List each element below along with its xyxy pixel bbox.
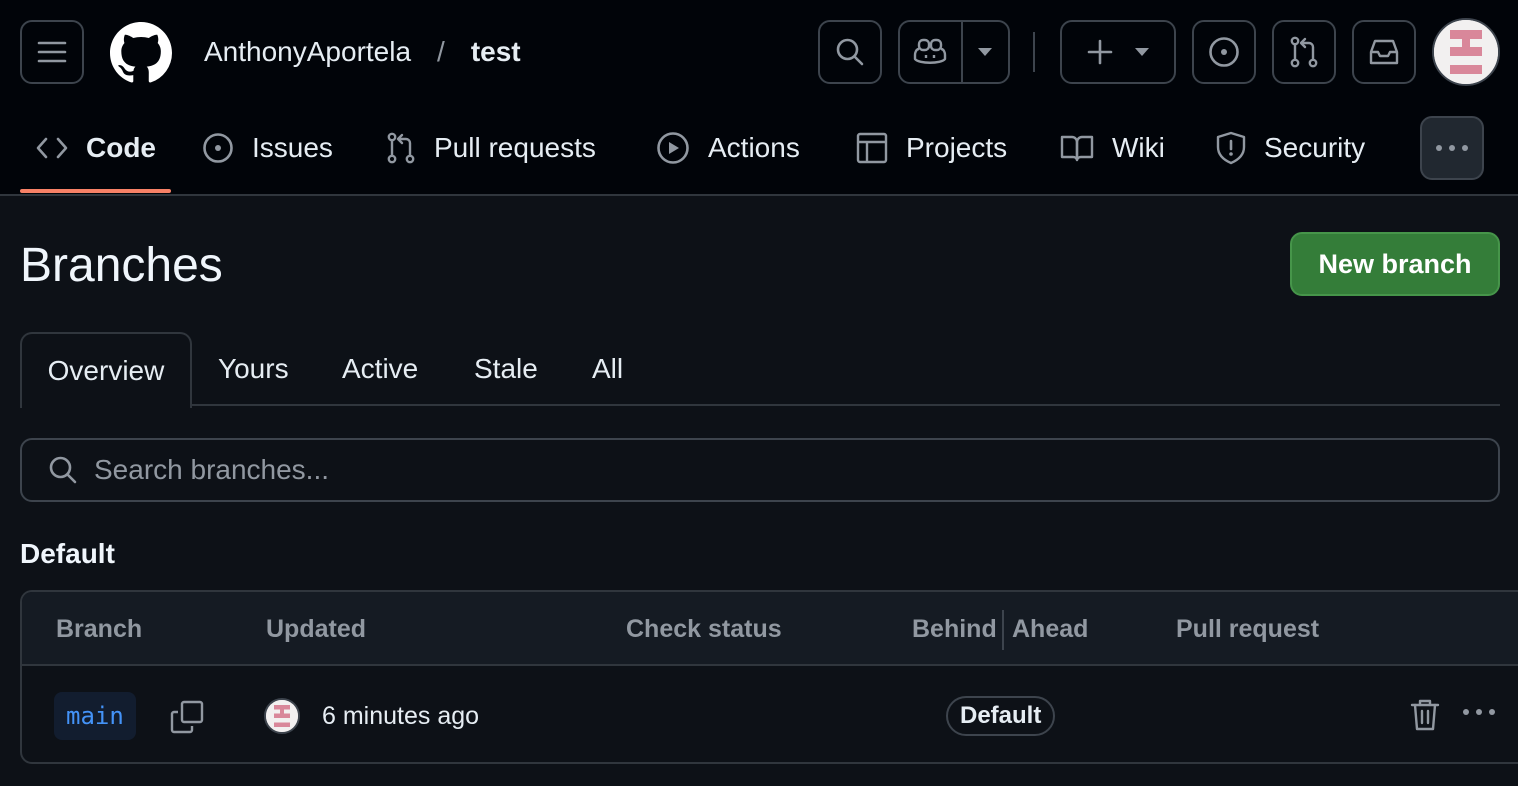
tab-security[interactable]: Security xyxy=(1216,118,1365,178)
breadcrumb-repo-link[interactable]: test xyxy=(471,36,521,68)
your-issues-button[interactable] xyxy=(1192,20,1256,84)
column-updated: Updated xyxy=(266,614,366,643)
table-row: main 6 minutes ago Default xyxy=(22,668,1518,762)
header-divider xyxy=(1033,32,1035,72)
kebab-horizontal-icon[interactable] xyxy=(1462,708,1496,716)
tab-yours[interactable]: Yours xyxy=(218,332,289,406)
column-behind: Behind xyxy=(912,614,997,643)
tab-pull-requests[interactable]: Pull requests xyxy=(386,118,596,178)
tab-security-label: Security xyxy=(1264,132,1366,163)
tab-code-label: Code xyxy=(86,132,156,163)
shield-icon xyxy=(1216,131,1246,165)
tab-pull-requests-label: Pull requests xyxy=(434,132,596,163)
play-icon xyxy=(656,131,690,165)
branch-search-input[interactable] xyxy=(94,454,1394,486)
issue-opened-icon xyxy=(1208,36,1240,68)
code-icon xyxy=(36,136,68,160)
new-branch-button[interactable]: New branch xyxy=(1290,232,1500,296)
kebab-horizontal-icon xyxy=(1435,144,1469,152)
search-icon xyxy=(835,37,865,67)
copilot-button[interactable] xyxy=(900,22,963,82)
triangle-down-icon xyxy=(978,48,993,56)
tab-issues[interactable]: Issues xyxy=(202,118,333,178)
repo-nav-more-button[interactable] xyxy=(1420,116,1484,180)
breadcrumb-separator: / xyxy=(437,36,445,67)
tab-issues-label: Issues xyxy=(252,132,333,163)
column-ahead: Ahead xyxy=(1012,614,1089,643)
tab-projects-label: Projects xyxy=(906,132,1008,163)
your-pull-requests-button[interactable] xyxy=(1272,20,1336,84)
breadcrumb: AnthonyAportela / test xyxy=(204,34,521,70)
column-pull-request: Pull request xyxy=(1176,614,1320,643)
status-badge: Default xyxy=(946,696,1056,736)
hamburger-menu-icon xyxy=(37,40,67,64)
branches-table: Branch Updated Check status Behind Ahead… xyxy=(20,590,1518,764)
trash-icon[interactable] xyxy=(1410,698,1440,732)
updated-time: 6 minutes ago xyxy=(322,702,480,730)
copy-icon[interactable] xyxy=(170,700,204,734)
book-icon xyxy=(1060,134,1094,162)
tab-wiki-label: Wiki xyxy=(1112,132,1165,163)
github-logo-icon[interactable] xyxy=(110,22,172,84)
search-button[interactable] xyxy=(818,20,882,84)
issue-opened-icon xyxy=(202,132,234,164)
table-icon xyxy=(856,132,888,164)
copilot-icon xyxy=(913,37,947,67)
active-tab-underline xyxy=(20,189,171,193)
section-default-heading: Default xyxy=(20,538,115,569)
app-header: AnthonyAportela / test Code Issues Pull … xyxy=(0,0,1518,196)
tab-active[interactable]: Active xyxy=(342,332,418,406)
tab-stale[interactable]: Stale xyxy=(474,332,538,406)
column-branch: Branch xyxy=(56,614,143,643)
triangle-down-icon xyxy=(1135,48,1149,56)
breadcrumb-owner-link[interactable]: AnthonyAportela xyxy=(204,36,411,68)
git-pull-request-icon xyxy=(386,132,416,164)
behind-ahead-divider xyxy=(1002,610,1004,650)
global-menu-button[interactable] xyxy=(20,20,84,84)
column-check-status: Check status xyxy=(626,614,782,643)
inbox-button[interactable] xyxy=(1352,20,1416,84)
tab-overview[interactable]: Overview xyxy=(20,332,192,408)
copilot-dropdown-button[interactable] xyxy=(963,22,1008,82)
search-icon xyxy=(48,455,78,485)
tab-actions-label: Actions xyxy=(708,132,800,163)
create-new-button[interactable] xyxy=(1060,20,1176,84)
tab-code[interactable]: Code xyxy=(36,118,156,178)
tab-wiki[interactable]: Wiki xyxy=(1060,118,1165,178)
table-header: Branch Updated Check status Behind Ahead… xyxy=(22,592,1518,666)
tab-actions[interactable]: Actions xyxy=(656,118,800,178)
user-avatar[interactable] xyxy=(1432,18,1500,86)
tab-projects[interactable]: Projects xyxy=(856,118,1007,178)
branch-filter-tabs: Overview Yours Active Stale All xyxy=(20,332,1500,408)
inbox-icon xyxy=(1368,38,1400,66)
page-title: Branches xyxy=(20,239,223,292)
plus-icon xyxy=(1087,39,1113,65)
branch-search-box xyxy=(20,438,1500,502)
branch-name-link[interactable]: main xyxy=(54,692,136,740)
tab-all[interactable]: All xyxy=(592,332,623,406)
avatar[interactable] xyxy=(264,698,300,734)
copilot-button-group xyxy=(898,20,1010,84)
git-pull-request-icon xyxy=(1289,36,1319,68)
